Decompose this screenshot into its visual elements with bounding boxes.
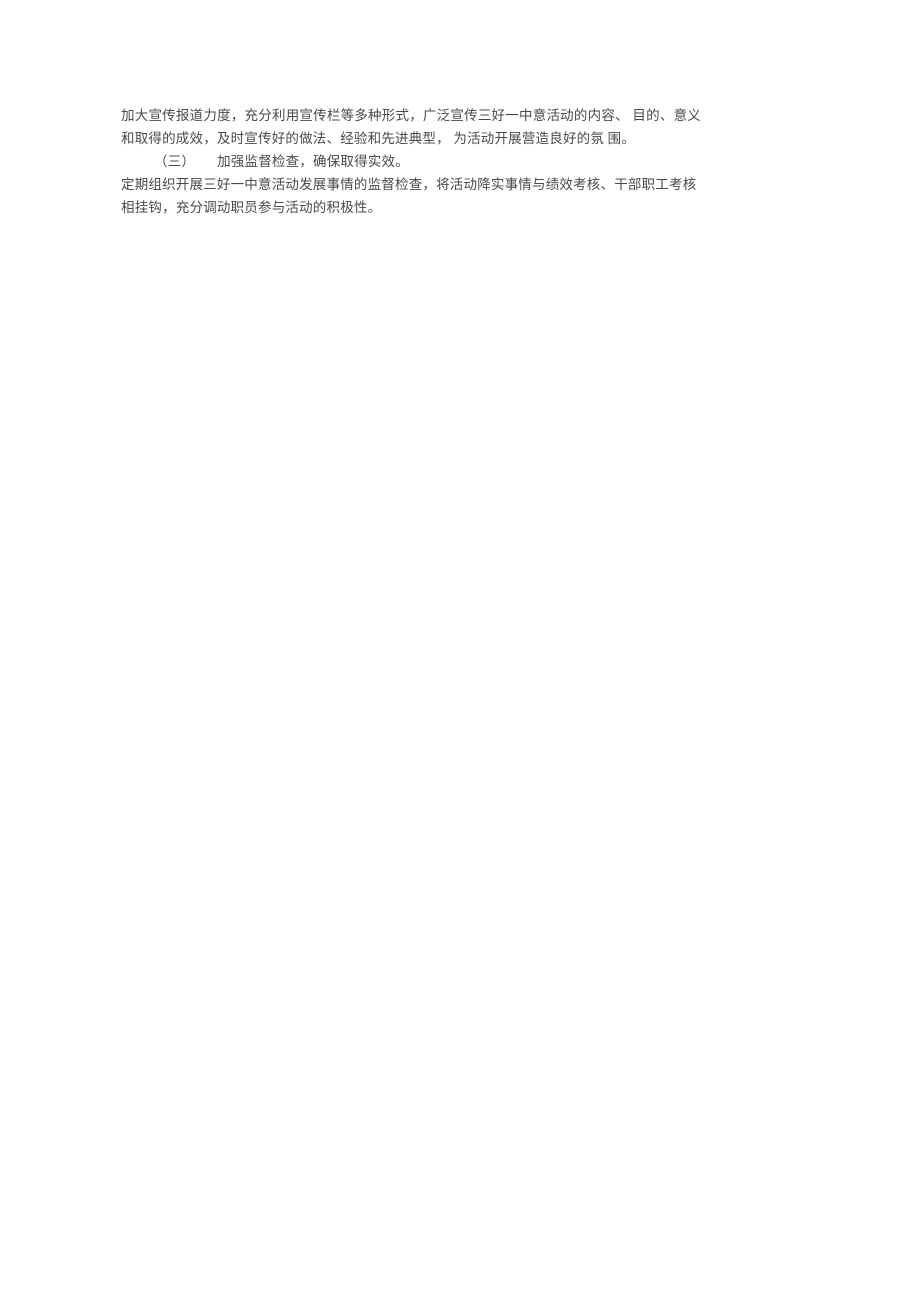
paragraph-publicity: 加大宣传报道力度，充分利用宣传栏等多种形式，广泛宣传三好一中意活动的内容、 目的… — [121, 108, 701, 146]
heading-number: （三） — [154, 154, 196, 169]
paragraph-heading-three: （三） 加强监督检查，确保取得实效。 — [121, 150, 701, 173]
document-page: 加大宣传报道力度，充分利用宣传栏等多种形式，广泛宣传三好一中意活动的内容、 目的… — [0, 0, 920, 1303]
document-body: 加大宣传报道力度，充分利用宣传栏等多种形式，广泛宣传三好一中意活动的内容、 目的… — [121, 104, 701, 219]
heading-title: 加强监督检查，确保取得实效。 — [217, 154, 409, 169]
paragraph-supervision: 定期组织开展三好一中意活动发展事情的监督检查，将活动降实事情与绩效考核、干部职工… — [121, 177, 697, 215]
